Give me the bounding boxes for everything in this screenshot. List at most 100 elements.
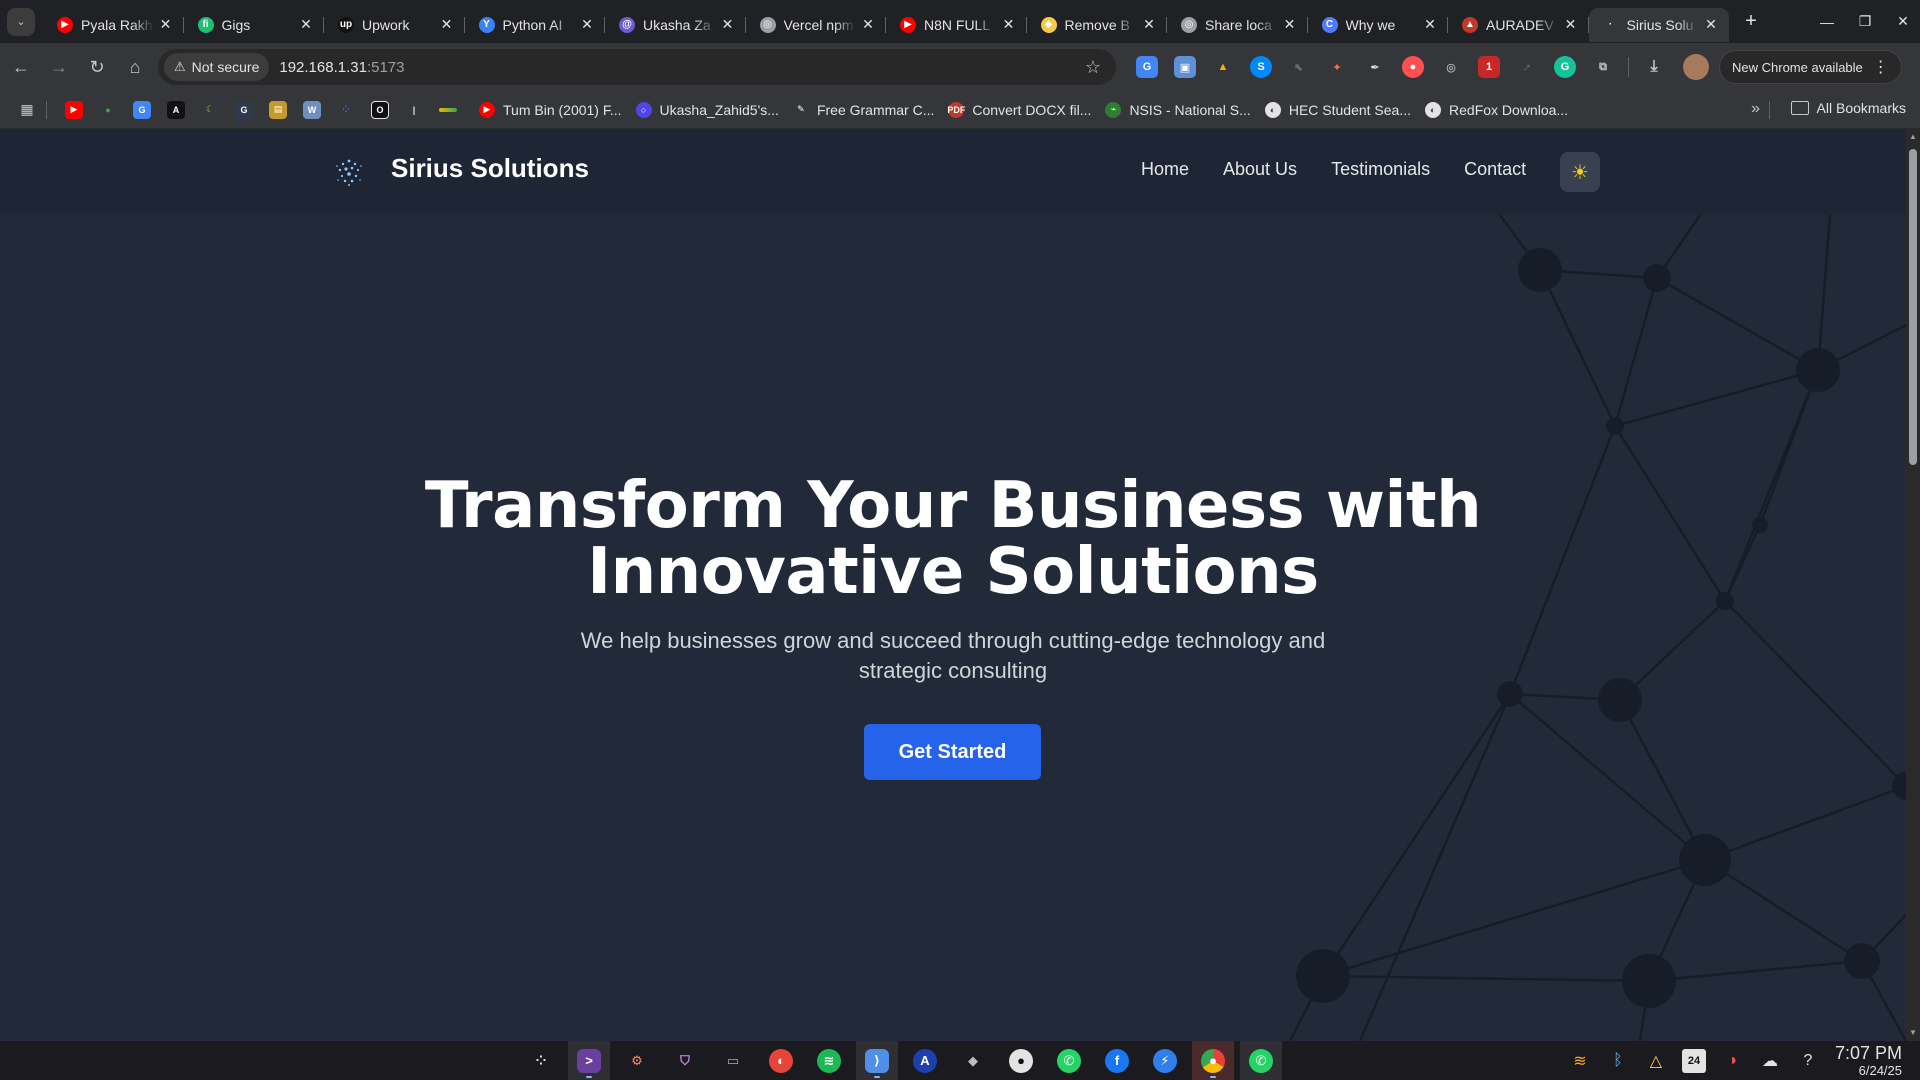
color-picker-extension-icon[interactable]: ✒ bbox=[1364, 56, 1386, 78]
close-tab-icon[interactable]: ✕ bbox=[158, 16, 174, 33]
puzzle-icon[interactable]: ⧉ bbox=[1592, 56, 1614, 78]
taskbar-app-github[interactable]: ● bbox=[1000, 1041, 1042, 1080]
nav-link-home[interactable]: Home bbox=[1141, 159, 1189, 180]
browser-tab[interactable]: C Why we ✕ bbox=[1308, 8, 1449, 42]
bookmark-item[interactable]: ⌁ NSIS - National S... bbox=[1105, 101, 1251, 118]
start-menu-button[interactable]: ⁘ bbox=[520, 1041, 562, 1080]
grammarly-extension-icon[interactable]: G bbox=[1554, 56, 1576, 78]
close-window-button[interactable]: ✕ bbox=[1886, 0, 1920, 43]
bookmark-star-icon[interactable]: ☆ bbox=[1078, 57, 1108, 78]
taskbar-app-chrome[interactable]: ● bbox=[1192, 1041, 1234, 1080]
taskbar-app-arc[interactable]: A bbox=[904, 1041, 946, 1080]
taskbar-app-facebook[interactable]: f bbox=[1096, 1041, 1138, 1080]
close-tab-icon[interactable]: ✕ bbox=[298, 16, 314, 33]
record-extension-icon[interactable]: ● bbox=[1402, 56, 1424, 78]
browser-tab[interactable]: fi Gigs ✕ bbox=[184, 8, 325, 42]
bookmark-item[interactable]: ◐ HEC Student Sea... bbox=[1264, 101, 1411, 118]
get-started-button[interactable]: Get Started bbox=[864, 724, 1041, 780]
restore-button[interactable]: ❐ bbox=[1848, 0, 1882, 43]
close-tab-icon[interactable]: ✕ bbox=[579, 16, 595, 33]
scroll-down-icon[interactable]: ▼ bbox=[1909, 1029, 1917, 1037]
browser-tab[interactable]: ◆ Remove B ✕ bbox=[1027, 8, 1168, 42]
leaf-bookmark-icon[interactable]: ☾ bbox=[201, 101, 219, 119]
taskbar-app-messenger[interactable]: ⚡ bbox=[1144, 1041, 1186, 1080]
browser-tab[interactable]: ▲ AURADEV ✕ bbox=[1448, 8, 1589, 42]
ai-bookmark-icon[interactable]: A bbox=[167, 100, 185, 119]
bookmark-item[interactable]: ▶ Tum Bin (2001) F... bbox=[479, 101, 622, 118]
drive-extension-icon[interactable]: ▲ bbox=[1212, 56, 1234, 78]
circle-bookmark-icon[interactable]: O bbox=[371, 100, 389, 119]
site-brand[interactable]: Sirius Solutions bbox=[391, 153, 589, 184]
taskbar-app-terminal[interactable]: > bbox=[568, 1041, 610, 1080]
close-tab-icon[interactable]: ✕ bbox=[1422, 16, 1438, 33]
taskbar-app-whatsapp[interactable]: ✆ bbox=[1048, 1041, 1090, 1080]
taskbar-app-files[interactable]: ▭ bbox=[712, 1041, 754, 1080]
close-tab-icon[interactable]: ✕ bbox=[1563, 16, 1579, 33]
hue-icon[interactable]: ◑ bbox=[1720, 1049, 1744, 1073]
bookmark-item[interactable]: ✎ Free Grammar C... bbox=[792, 101, 934, 118]
cursor-extension-icon[interactable]: ⬉ bbox=[1288, 56, 1310, 78]
weather-icon[interactable]: ☁ bbox=[1758, 1049, 1782, 1073]
bookmark-item[interactable]: PDF Convert DOCX fil... bbox=[947, 101, 1091, 118]
browser-tab[interactable]: @ Ukasha Za ✕ bbox=[605, 8, 746, 42]
color-bar-bookmark-icon[interactable] bbox=[439, 107, 457, 112]
scroll-thumb[interactable] bbox=[1909, 149, 1917, 465]
notification-bell-icon[interactable]: △ bbox=[1644, 1049, 1668, 1073]
site-info-chip[interactable]: ⚠ Not secure bbox=[164, 53, 270, 81]
shazam-extension-icon[interactable]: S bbox=[1250, 56, 1272, 78]
browser-tab[interactable]: · Sirius Solu ✕ bbox=[1588, 7, 1729, 42]
taskbar-app-vscode[interactable]: ⟩ bbox=[856, 1041, 898, 1080]
nav-link-about-us[interactable]: About Us bbox=[1223, 159, 1297, 180]
browser-tab[interactable]: up Upwork ✕ bbox=[324, 8, 465, 42]
profile-avatar[interactable] bbox=[1683, 54, 1709, 80]
page-scrollbar[interactable]: ▲ ▼ bbox=[1906, 129, 1920, 1041]
storefront-bookmark-icon[interactable]: ▤ bbox=[269, 100, 287, 119]
close-tab-icon[interactable]: ✕ bbox=[860, 16, 876, 33]
tab-search-button[interactable]: ⌄ bbox=[7, 7, 35, 36]
reload-button[interactable]: ↻ bbox=[80, 50, 114, 84]
chatgpt-extension-icon[interactable]: ◎ bbox=[1440, 56, 1462, 78]
url-text[interactable]: 192.168.1.31:5173 bbox=[279, 59, 1078, 76]
nav-link-contact[interactable]: Contact bbox=[1464, 159, 1526, 180]
taskbar-app-whatsapp-2[interactable]: ✆ bbox=[1240, 1041, 1282, 1080]
close-tab-icon[interactable]: ✕ bbox=[439, 16, 455, 33]
gab-bookmark-icon[interactable]: G bbox=[235, 100, 253, 119]
youtube-bookmark-icon[interactable]: ▶ bbox=[65, 100, 83, 119]
all-bookmarks-button[interactable]: All Bookmarks bbox=[1790, 100, 1906, 116]
wifi-icon[interactable]: ≋ bbox=[1568, 1049, 1592, 1073]
taskbar-app-cube[interactable]: ◆ bbox=[952, 1041, 994, 1080]
browser-tab[interactable]: Y Python AI ✕ bbox=[465, 8, 606, 42]
bookmark-item[interactable]: ○ Ukasha_Zahid5's... bbox=[635, 101, 779, 118]
screen-capture-extension-icon[interactable]: ▣ bbox=[1174, 56, 1196, 78]
close-tab-icon[interactable]: ✕ bbox=[1703, 16, 1719, 33]
new-chrome-available-button[interactable]: New Chrome available ⋮ bbox=[1719, 50, 1902, 84]
nav-link-testimonials[interactable]: Testimonials bbox=[1331, 159, 1430, 180]
browser-tab[interactable]: ◎ Vercel npm ✕ bbox=[746, 8, 887, 42]
translate-bookmark-icon[interactable]: G bbox=[133, 100, 151, 119]
line-bookmark-icon[interactable]: | bbox=[405, 101, 423, 119]
w3schools-bookmark-icon[interactable]: W bbox=[303, 100, 321, 119]
close-tab-icon[interactable]: ✕ bbox=[1141, 16, 1157, 33]
more-bookmarks-icon[interactable]: » bbox=[1751, 100, 1760, 118]
badge-extension-icon[interactable]: 1 bbox=[1478, 56, 1500, 78]
translate-extension-icon[interactable]: G bbox=[1136, 56, 1158, 78]
home-button[interactable]: ⌂ bbox=[118, 50, 152, 84]
scroll-up-icon[interactable]: ▲ bbox=[1909, 133, 1917, 141]
rocket-extension-icon[interactable]: ✦ bbox=[1326, 56, 1348, 78]
arrow-extension-icon[interactable]: ➚ bbox=[1516, 56, 1538, 78]
minimize-button[interactable]: — bbox=[1810, 0, 1844, 43]
download-icon[interactable]: ⤓ bbox=[1643, 56, 1665, 78]
clock[interactable]: 7:07 PM 6/24/25 bbox=[1835, 1043, 1902, 1078]
forward-button[interactable]: → bbox=[42, 50, 76, 84]
browser-tab[interactable]: ◎ Share loca ✕ bbox=[1167, 8, 1308, 42]
close-tab-icon[interactable]: ✕ bbox=[1282, 16, 1298, 33]
theme-toggle-button[interactable]: ☀ bbox=[1560, 152, 1600, 192]
close-tab-icon[interactable]: ✕ bbox=[1001, 16, 1017, 33]
taskbar-app-spotify[interactable]: ≋ bbox=[808, 1041, 850, 1080]
sirius-logo-icon[interactable] bbox=[332, 155, 366, 189]
taskbar-app-settings[interactable]: ⚙ bbox=[616, 1041, 658, 1080]
taskbar-app-store[interactable]: ⛉ bbox=[664, 1041, 706, 1080]
browser-tab[interactable]: ▶ Pyala Rakh ✕ bbox=[43, 8, 184, 42]
new-tab-button[interactable]: + bbox=[1737, 8, 1765, 36]
bluetooth-icon[interactable]: ᛒ bbox=[1606, 1049, 1630, 1073]
